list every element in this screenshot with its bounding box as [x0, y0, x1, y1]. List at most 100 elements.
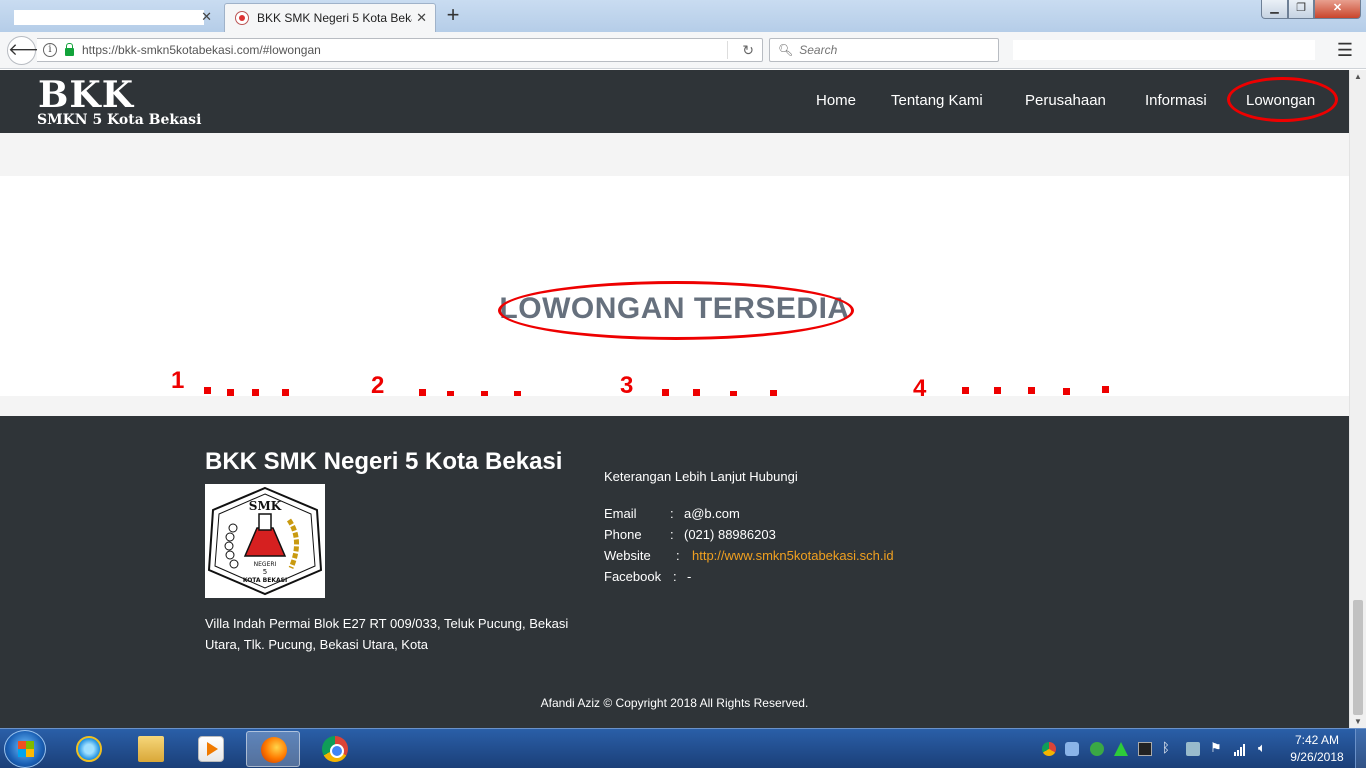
contact-email-row: Email: a@b.com [604, 506, 740, 521]
nav-perusahaan[interactable]: Perusahaan [1025, 92, 1106, 109]
scroll-down-icon[interactable]: ▼ [1354, 717, 1362, 726]
search-input[interactable] [799, 43, 990, 57]
browser-tab-bar: ✕ BKK SMK Negeri 5 Kota Bekasi ✕ + ▁ ❐ ✕ [0, 0, 1366, 32]
address-bar[interactable]: i https://bkk-smkn5kotabekasi.com/#lowon… [37, 38, 763, 62]
contact-phone-row: Phone: (021) 88986203 [604, 527, 776, 542]
taskbar-chrome[interactable] [308, 731, 362, 767]
footer-title: BKK SMK Negeri 5 Kota Bekasi [205, 448, 563, 475]
annotation-dot [962, 387, 969, 394]
logo-letters: SMK [249, 499, 282, 513]
site-footer: BKK SMK Negeri 5 Kota Bekasi SMK NEGERI … [0, 416, 1349, 728]
browser-tab-blank[interactable]: ✕ [6, 3, 220, 32]
close-tab-icon[interactable]: ✕ [201, 9, 212, 25]
section-spacer [0, 133, 1349, 176]
school-emblem-icon: SMK NEGERI 5 KOTA BEKASI [207, 486, 323, 596]
browser-tab-active[interactable]: BKK SMK Negeri 5 Kota Bekasi ✕ [224, 3, 436, 32]
page-scrollbar[interactable]: ▲ ▼ [1349, 70, 1366, 728]
tray-monitor-icon[interactable] [1138, 742, 1152, 756]
scroll-up-icon[interactable]: ▲ [1354, 72, 1362, 81]
annotation-dot [282, 389, 289, 396]
tray-chrome-icon[interactable] [1042, 742, 1056, 756]
tab-title-redacted [14, 10, 204, 25]
contact-website-row: Website: http://www.smkn5kotabekasi.sch.i… [604, 548, 894, 563]
contact-facebook-value: - [687, 569, 692, 584]
folder-icon [138, 736, 164, 762]
browser-nav-bar: 🡐 i https://bkk-smkn5kotabekasi.com/#low… [0, 32, 1366, 69]
clock-time[interactable]: 7:42 AM [1284, 733, 1350, 747]
logo-caption-city: KOTA BEKASI [243, 577, 287, 584]
close-tab-icon[interactable]: ✕ [416, 10, 427, 26]
search-icon: 🔍︎ [778, 43, 794, 57]
page-viewport: BKK SMKN 5 Kota Bekasi Home Tentang Kami… [0, 70, 1349, 728]
show-desktop-button[interactable] [1355, 729, 1366, 768]
annotation-dot [1063, 388, 1070, 395]
site-info-icon[interactable]: i [43, 43, 57, 57]
tray-device-icon[interactable] [1186, 742, 1200, 756]
annotation-dot [662, 389, 669, 396]
nav-home[interactable]: Home [816, 92, 856, 109]
footer-address: Villa Indah Permai Blok E27 RT 009/033, … [205, 616, 569, 652]
contact-separator: : [670, 506, 674, 521]
search-box[interactable]: 🔍︎ [769, 38, 999, 62]
site-logo-subtitle[interactable]: SMKN 5 Kota Bekasi [37, 112, 201, 128]
tray-app-icon[interactable] [1065, 742, 1079, 756]
contact-heading: Keterangan Lebih Lanjut Hubungi [604, 469, 798, 484]
bluetooth-icon[interactable]: ᛒ [1162, 740, 1176, 755]
taskbar-firefox[interactable] [246, 731, 300, 767]
contact-label: Phone [604, 527, 642, 542]
chrome-icon [322, 736, 348, 762]
annotation-dot [693, 389, 700, 396]
url-divider [727, 41, 728, 59]
tab-title: BKK SMK Negeri 5 Kota Bekasi [257, 11, 412, 25]
new-tab-button[interactable]: + [442, 4, 464, 28]
lock-icon [65, 43, 74, 56]
site-favicon-icon [235, 11, 249, 25]
window-minimize-button[interactable]: ▁ [1261, 0, 1288, 19]
contact-label: Facebook [604, 569, 662, 584]
annotation-dot [204, 387, 211, 394]
nav-informasi[interactable]: Informasi [1145, 92, 1207, 109]
site-header: BKK SMKN 5 Kota Bekasi Home Tentang Kami… [0, 70, 1349, 133]
logo-caption-negeri: NEGERI [254, 561, 277, 568]
window-maximize-button[interactable]: ❐ [1288, 0, 1314, 19]
tray-network-globe-icon[interactable] [1090, 742, 1104, 756]
contact-website-link[interactable]: http://www.smkn5kotabekasi.sch.id [692, 548, 894, 563]
section-spacer [0, 396, 1349, 416]
contact-label: Email [604, 506, 637, 521]
volume-icon[interactable]: 🔈︎ [1258, 740, 1272, 755]
back-button[interactable]: 🡐 [7, 36, 54, 65]
internet-explorer-icon [76, 736, 102, 762]
logo-caption-number: 5 [263, 568, 267, 576]
contact-separator: : [670, 527, 674, 542]
action-center-flag-icon[interactable]: ⚑ [1210, 740, 1224, 755]
windows-logo-icon [18, 741, 34, 757]
annotation-dot [1102, 386, 1109, 393]
copyright-text: Afandi Aziz © Copyright 2018 All Rights … [540, 696, 809, 710]
firefox-icon [261, 737, 287, 763]
signal-strength-icon[interactable] [1234, 742, 1248, 756]
annotation-dot [994, 387, 1001, 394]
start-button[interactable] [4, 730, 46, 768]
reload-icon[interactable]: ↻ [742, 42, 754, 59]
annotation-circle-title [498, 281, 854, 340]
annotation-circle-lowongan [1227, 77, 1338, 122]
nav-tentang-kami[interactable]: Tentang Kami [891, 92, 983, 109]
taskbar-media-player[interactable] [184, 731, 238, 767]
contact-label: Website [604, 548, 651, 563]
contact-email-value: a@b.com [684, 506, 740, 521]
contact-facebook-row: Facebook: - [604, 569, 691, 584]
url-text[interactable]: https://bkk-smkn5kotabekasi.com/#lowonga… [82, 43, 321, 57]
annotation-number-1: 1 [171, 367, 185, 394]
hamburger-menu-icon[interactable]: ☰ [1336, 40, 1354, 60]
site-logo-text[interactable]: BKK [38, 76, 134, 114]
tray-triangle-icon[interactable] [1114, 742, 1128, 756]
contact-separator: : [673, 569, 677, 584]
taskbar-internet-explorer[interactable] [62, 731, 116, 767]
window-close-button[interactable]: ✕ [1314, 0, 1361, 19]
contact-phone-value: (021) 88986203 [684, 527, 776, 542]
scrollbar-thumb[interactable] [1353, 600, 1363, 715]
taskbar-file-explorer[interactable] [124, 731, 178, 767]
annotation-dot [252, 389, 259, 396]
school-logo: SMK NEGERI 5 KOTA BEKASI [205, 484, 325, 598]
clock-date[interactable]: 9/26/2018 [1284, 750, 1350, 764]
